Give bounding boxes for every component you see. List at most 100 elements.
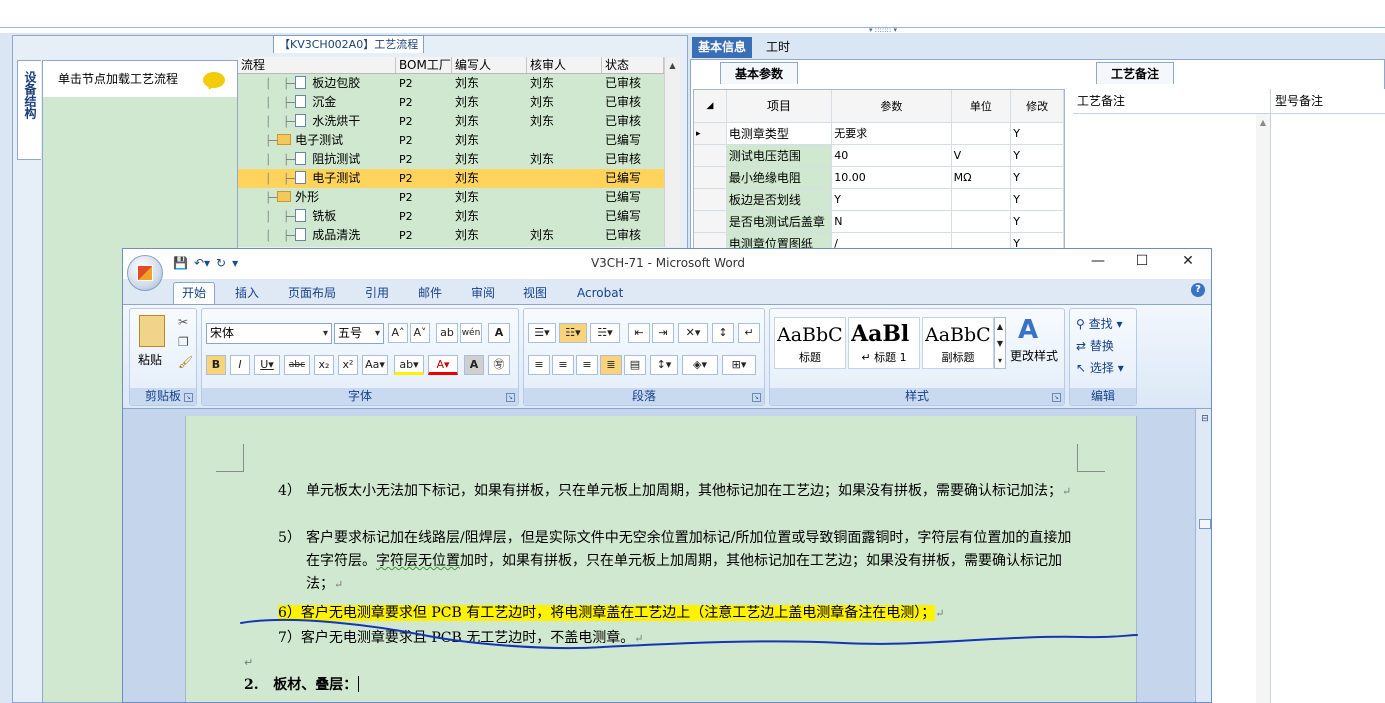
cell-unit[interactable] xyxy=(952,123,1012,144)
cell-edit[interactable]: Y xyxy=(1011,211,1064,232)
tab-process-remark[interactable]: 工艺备注 xyxy=(1096,62,1175,84)
underline-icon[interactable]: U▾ xyxy=(254,355,280,375)
document-page[interactable]: 4） 单元板太小无法加下标记，如果有拼板，只在单元板上加周期，其他标记加在工艺边… xyxy=(185,416,1137,702)
help-icon[interactable]: ? xyxy=(1191,283,1205,297)
tab-device-structure[interactable]: 设备结构 xyxy=(17,60,41,160)
tab-mailings[interactable]: 邮件 xyxy=(410,283,450,304)
document-scrollbar[interactable]: ⊟ xyxy=(1195,409,1211,702)
scroll-up-icon[interactable]: ▲ xyxy=(665,61,680,70)
cell-param[interactable]: 10.00 xyxy=(832,167,952,188)
table-row[interactable]: 最小绝缘电阻 10.00 MΩ Y xyxy=(694,167,1064,189)
table-row[interactable]: │ ├─ 阻抗测试 P2 刘东 刘东 已审核 xyxy=(238,150,680,169)
table-row[interactable]: │ ├─ 沉金 P2 刘东 刘东 已审核 xyxy=(238,93,680,112)
styles-scroll-icon[interactable]: ▲ ▼ ▾ xyxy=(994,317,1006,369)
col-header-factory[interactable]: BOM工厂 xyxy=(396,57,452,73)
table-row[interactable]: │ ├─ 水洗烘干 P2 刘东 刘东 已审核 xyxy=(238,112,680,131)
format-painter-icon[interactable]: 🖌 xyxy=(178,355,193,369)
cell-unit[interactable] xyxy=(952,233,1012,248)
bold-icon[interactable]: B xyxy=(206,355,226,375)
style-subtitle[interactable]: AaBbC 副标题 xyxy=(922,317,994,369)
col-header-status[interactable]: 状态 xyxy=(602,57,664,73)
cell-param[interactable]: Y xyxy=(832,189,952,210)
phonetic-guide-icon[interactable]: wén xyxy=(460,323,482,343)
paste-button[interactable]: 粘贴 xyxy=(138,351,162,368)
styles-launcher-icon[interactable]: ↘ xyxy=(1052,393,1061,402)
cell-unit[interactable]: V xyxy=(952,145,1012,166)
align-center-icon[interactable]: ≡ xyxy=(552,355,574,375)
distributed-icon[interactable]: ▤ xyxy=(624,355,646,375)
table-row[interactable]: │ ├─ 成品清洗 P2 刘东 刘东 已审核 xyxy=(238,226,680,245)
decrease-indent-icon[interactable]: ⇤ xyxy=(628,323,650,343)
character-border-icon[interactable]: A xyxy=(488,323,510,343)
cell-unit[interactable]: MΩ xyxy=(952,167,1012,188)
find-button[interactable]: ⚲ 查找 ▾ xyxy=(1076,315,1122,332)
col-header-flow[interactable]: 流程 xyxy=(238,57,396,73)
shading-icon[interactable]: ◈▾ xyxy=(682,355,718,375)
ruler-toggle-icon[interactable]: ⊟ xyxy=(1199,413,1211,425)
tab-home[interactable]: 开始 xyxy=(173,282,216,304)
change-styles-button[interactable]: 更改样式 xyxy=(1010,347,1058,364)
maximize-icon[interactable]: ☐ xyxy=(1127,253,1157,269)
cell-edit[interactable]: Y xyxy=(1011,233,1064,248)
sort-icon[interactable]: ↕ xyxy=(712,323,734,343)
col-header-reviewer[interactable]: 核审人 xyxy=(527,57,602,73)
font-color-icon[interactable]: A▾ xyxy=(428,355,458,375)
change-case-icon[interactable]: Aa▾ xyxy=(362,355,388,375)
superscript-icon[interactable]: x² xyxy=(338,355,358,375)
tab-work-hours[interactable]: 工时 xyxy=(760,37,796,58)
cell-edit[interactable]: Y xyxy=(1011,123,1064,144)
cell-param[interactable]: 40 xyxy=(832,145,952,166)
scrollbar-thumb[interactable] xyxy=(1199,519,1211,529)
minimize-icon[interactable]: — xyxy=(1083,253,1113,269)
subscript-icon[interactable]: x₂ xyxy=(314,355,334,375)
replace-button[interactable]: ⇄ 替换 xyxy=(1076,337,1114,354)
tab-references[interactable]: 引用 xyxy=(357,283,397,304)
table-row[interactable]: 测试电压范围 40 V Y xyxy=(694,145,1064,167)
list-item-7[interactable]: 7）客户无电测章要求且 PCB 无工艺边时，不盖电测章。↵ xyxy=(278,627,1084,650)
style-heading-1[interactable]: AaBl ↵ 标题 1 xyxy=(848,317,920,369)
cell-edit[interactable]: Y xyxy=(1011,189,1064,210)
character-shading-icon[interactable]: A xyxy=(464,355,484,375)
enclose-characters-icon[interactable]: ㊢ xyxy=(488,355,510,375)
font-size-select[interactable]: 五号 xyxy=(334,323,384,344)
tab-page-layout[interactable]: 页面布局 xyxy=(280,283,344,304)
cell-edit[interactable]: Y xyxy=(1011,145,1064,166)
table-row[interactable]: 电测章位置图纸 / Y xyxy=(694,233,1064,248)
table-row[interactable]: ├─ 外形 P2 刘东 已编写 xyxy=(238,188,680,207)
table-row[interactable]: 是否电测试后盖章 N Y xyxy=(694,211,1064,233)
col-header-edit[interactable]: 修改 xyxy=(1011,90,1064,122)
font-name-select[interactable]: 宋体 xyxy=(206,323,332,344)
list-item-6[interactable]: 6）客户无电测章要求但 PCB 有工艺边时，将电测章盖在工艺边上（注意工艺边上盖… xyxy=(278,602,1084,625)
col-header-writer[interactable]: 编写人 xyxy=(452,57,527,73)
cell-param[interactable]: / xyxy=(832,233,952,248)
strikethrough-icon[interactable]: abc xyxy=(284,355,310,375)
highlight-icon[interactable]: ab▾ xyxy=(394,355,424,375)
change-styles-icon[interactable]: A xyxy=(1018,315,1038,345)
word-titlebar[interactable]: 💾 ↶▾ ↻ ▾ V3CH-71 - Microsoft Word — ☐ ✕ xyxy=(123,249,1211,279)
grow-font-icon[interactable]: A˄ xyxy=(388,323,408,343)
close-icon[interactable]: ✕ xyxy=(1173,253,1203,269)
font-launcher-icon[interactable]: ↘ xyxy=(506,393,515,402)
italic-icon[interactable]: I xyxy=(230,355,250,375)
copy-icon[interactable]: ❐ xyxy=(178,335,189,349)
shrink-font-icon[interactable]: A˅ xyxy=(410,323,430,343)
select-button[interactable]: ↖ 选择 ▾ xyxy=(1076,359,1124,376)
line-spacing-icon[interactable]: ↕▾ xyxy=(650,355,678,375)
cell-edit[interactable]: Y xyxy=(1011,167,1064,188)
clipboard-launcher-icon[interactable]: ↘ xyxy=(184,393,193,402)
list-item-5[interactable]: 5） 客户要求标记加在线路层/阻焊层，但是实际文件中无空余位置加标记/所加位置或… xyxy=(278,527,1084,596)
cell-param[interactable]: 无要求 xyxy=(832,123,952,144)
scroll-up-icon[interactable]: ▲ xyxy=(1256,118,1270,127)
cell-param[interactable]: N xyxy=(832,211,952,232)
chinese-layout-icon[interactable]: ✕▾ xyxy=(678,323,708,343)
align-right-icon[interactable]: ≡ xyxy=(576,355,598,375)
table-row[interactable]: │ ├─ 铣板 P2 刘东 已编写 xyxy=(238,207,680,226)
show-marks-icon[interactable]: ↵ xyxy=(738,323,760,343)
tab-insert[interactable]: 插入 xyxy=(227,283,267,304)
list-item-4[interactable]: 4） 单元板太小无法加下标记，如果有拼板，只在单元板上加周期，其他标记加在工艺边… xyxy=(278,480,1084,503)
table-row[interactable]: ▸ 电测章类型 无要求 Y xyxy=(694,123,1064,145)
tab-acrobat[interactable]: Acrobat xyxy=(569,283,631,304)
col-header-item[interactable]: 项目 xyxy=(726,90,833,122)
col-header-model-remark[interactable]: 型号备注 xyxy=(1275,89,1323,113)
multilevel-list-icon[interactable]: ☵▾ xyxy=(590,323,620,343)
